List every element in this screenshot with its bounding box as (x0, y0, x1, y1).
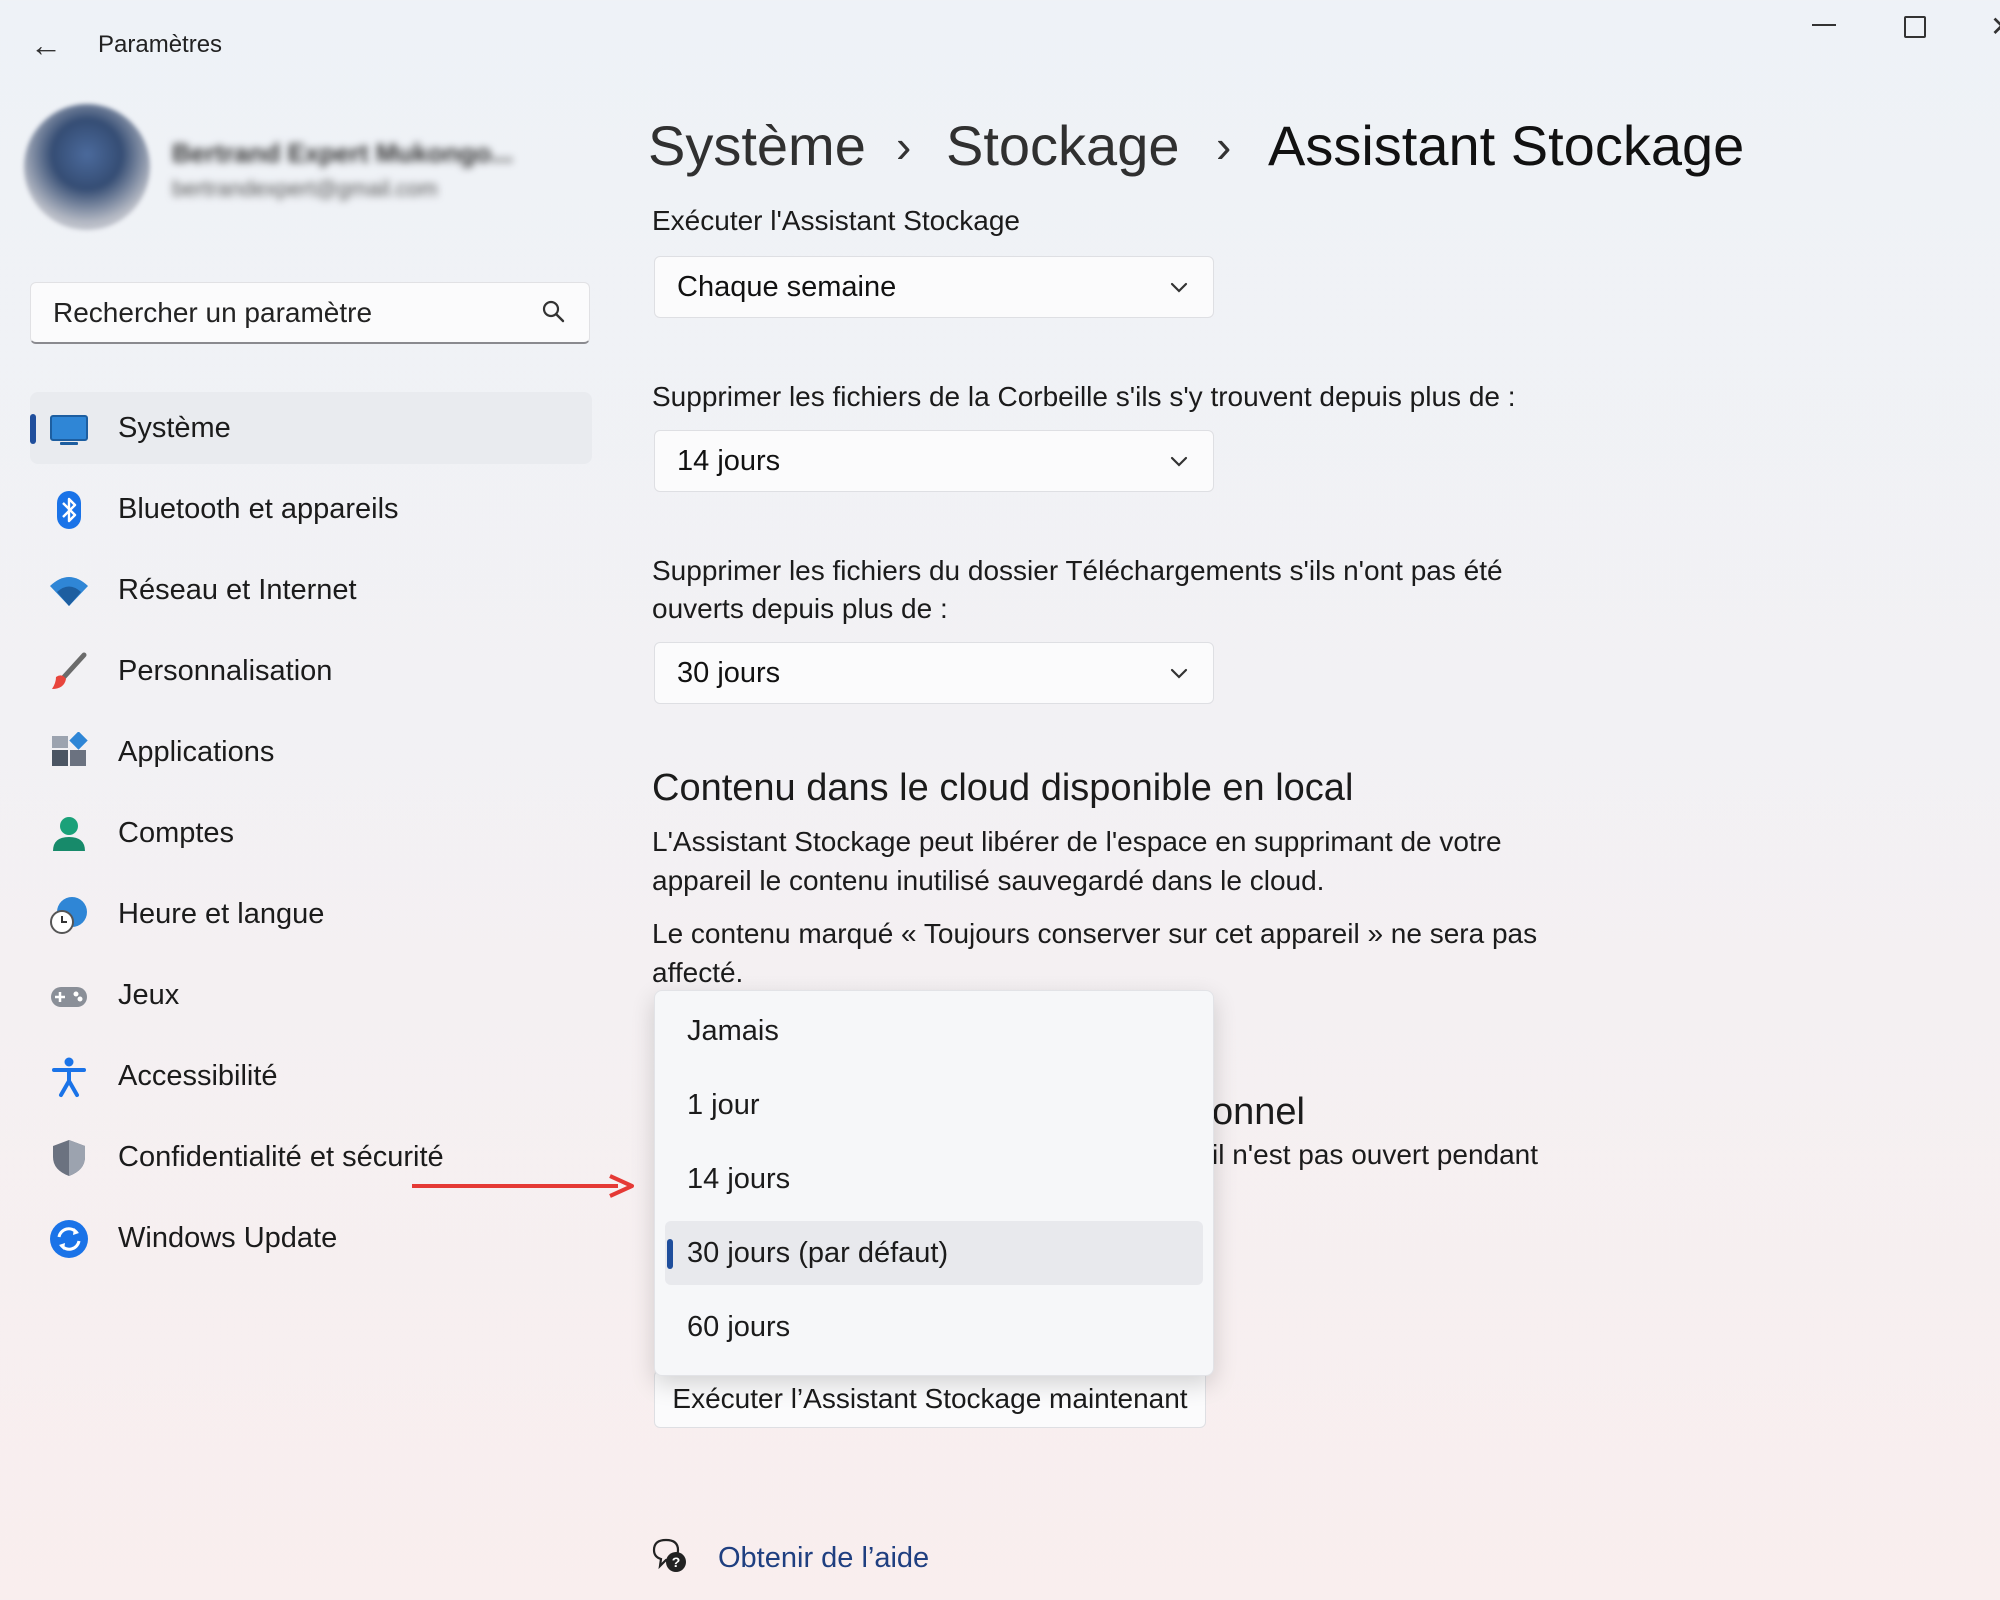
sidebar-item-bluetooth[interactable]: Bluetooth et appareils (30, 473, 592, 545)
sidebar-item-jeux[interactable]: Jeux (30, 959, 592, 1031)
sidebar-item-label: Windows Update (118, 1222, 338, 1254)
user-name: Bertrand Expert Mukongo... (172, 138, 513, 168)
recycle-bin-label: Supprimer les fichiers de la Corbeille s… (652, 381, 1516, 412)
clock-globe-icon (50, 897, 87, 934)
menu-item-label: 14 jours (687, 1163, 791, 1195)
menu-item-label: 1 jour (687, 1089, 760, 1121)
sidebar-item-label: Confidentialité et sécurité (118, 1141, 444, 1173)
search-box[interactable] (30, 282, 590, 344)
sidebar-item-label: Jeux (118, 979, 180, 1011)
run-frequency-label: Exécuter l'Assistant Stockage (652, 205, 1020, 236)
sidebar-item-label: Personnalisation (118, 655, 333, 687)
back-button[interactable]: ← (26, 28, 66, 62)
dropdown-value: Chaque semaine (677, 271, 897, 303)
search-input[interactable] (51, 283, 525, 343)
sidebar-item-windows-update[interactable]: Windows Update (30, 1202, 592, 1274)
selection-indicator (30, 414, 36, 444)
sidebar-item-label: Système (118, 412, 231, 444)
sidebar-item-label: Applications (118, 736, 275, 768)
sidebar-item-label: Comptes (118, 817, 235, 849)
app-title: Paramètres (98, 31, 223, 58)
run-now-button[interactable]: Exécuter l’Assistant Stockage maintenant (654, 1370, 1206, 1428)
breadcrumb-separator: › (896, 120, 912, 172)
onedrive-section-title-partial: onnel (1212, 1091, 1305, 1133)
bluetooth-icon (57, 491, 81, 529)
sidebar-item-heure[interactable]: Heure et langue (30, 878, 592, 950)
cloud-description: L'Assistant Stockage peut libérer de l'e… (652, 826, 1502, 896)
breadcrumb-stockage[interactable]: Stockage (946, 112, 1180, 180)
cloud-section-title: Contenu dans le cloud disponible en loca… (652, 767, 1354, 809)
recycle-bin-dropdown[interactable]: 14 jours (654, 430, 1214, 492)
help-link[interactable]: Obtenir de l’aide (718, 1540, 929, 1576)
downloads-label-line2: ouverts depuis plus de : (652, 593, 948, 624)
menu-item-label: 30 jours (par défaut) (687, 1237, 949, 1269)
sidebar-item-systeme[interactable]: Système (30, 392, 592, 464)
paintbrush-icon (52, 652, 87, 689)
chevron-down-icon (1170, 282, 1188, 293)
maximize-icon[interactable] (1904, 16, 1926, 38)
avatar[interactable] (24, 104, 150, 230)
sidebar-item-comptes[interactable]: Comptes (30, 797, 592, 869)
dropdown-value: 14 jours (677, 445, 781, 477)
downloads-label-line1: Supprimer les fichiers du dossier Téléch… (652, 555, 1503, 586)
chevron-down-icon (1170, 456, 1188, 467)
menu-item-jamais[interactable]: Jamais (665, 999, 1203, 1063)
update-icon (50, 1220, 88, 1258)
account-icon (53, 817, 85, 851)
sidebar-item-label: Accessibilité (118, 1060, 278, 1092)
breadcrumb-separator: › (1216, 120, 1232, 172)
menu-item-14-jours[interactable]: 14 jours (665, 1147, 1203, 1211)
system-display-icon (50, 415, 88, 445)
wifi-icon (50, 577, 88, 606)
cloud-note: Le contenu marqué « Toujours conserver s… (652, 918, 1538, 988)
user-email: bertrandexpert@gmail.com (172, 176, 438, 201)
selection-indicator (667, 1239, 673, 1269)
breadcrumb-systeme[interactable]: Système (648, 112, 866, 180)
minimize-icon[interactable] (1812, 24, 1836, 26)
gamepad-icon (51, 987, 87, 1007)
sidebar-item-personnalisation[interactable]: Personnalisation (30, 635, 592, 707)
menu-item-label: Jamais (687, 1015, 779, 1047)
shield-icon (53, 1140, 85, 1176)
chevron-down-icon (1170, 668, 1188, 679)
help-icon[interactable]: ? (650, 1536, 688, 1574)
sidebar-item-label: Bluetooth et appareils (118, 493, 399, 525)
sidebar-item-label: Réseau et Internet (118, 574, 357, 606)
menu-item-30-jours[interactable]: 30 jours (par défaut) (665, 1221, 1203, 1285)
annotation-arrow (412, 1174, 634, 1198)
close-icon[interactable]: ✕ (1990, 10, 2000, 43)
sidebar-item-accessibilite[interactable]: Accessibilité (30, 1040, 592, 1112)
sidebar-item-label: Heure et langue (118, 898, 325, 930)
sidebar-item-applications[interactable]: Applications (30, 716, 592, 788)
accessibility-icon (52, 1057, 86, 1097)
page-title: Assistant Stockage (1268, 114, 1745, 177)
sidebar-item-reseau[interactable]: Réseau et Internet (30, 554, 592, 626)
onedrive-description-partial: il n'est pas ouvert pendant (1212, 1139, 1539, 1170)
menu-item-1-jour[interactable]: 1 jour (665, 1073, 1203, 1137)
downloads-dropdown[interactable]: 30 jours (654, 642, 1214, 704)
apps-icon (52, 732, 88, 766)
svg-text:?: ? (672, 1554, 681, 1570)
menu-item-60-jours[interactable]: 60 jours (665, 1295, 1203, 1359)
dropdown-menu: Jamais 1 jour 14 jours 30 jours (par déf… (654, 990, 1214, 1376)
search-icon[interactable] (541, 299, 565, 323)
dropdown-value: 30 jours (677, 657, 781, 689)
menu-item-label: 60 jours (687, 1311, 791, 1343)
run-frequency-dropdown[interactable]: Chaque semaine (654, 256, 1214, 318)
